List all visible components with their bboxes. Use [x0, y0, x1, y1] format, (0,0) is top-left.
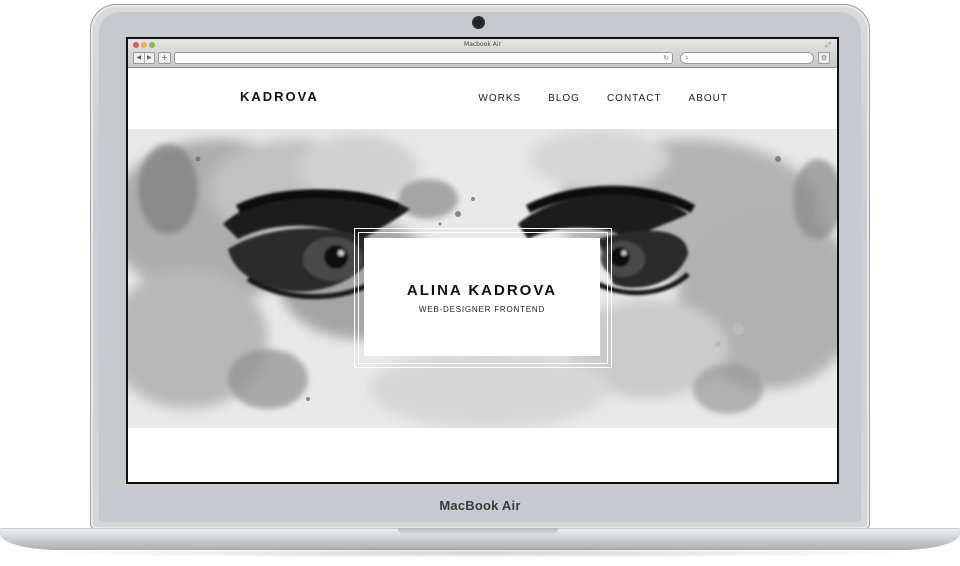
hero-title-card: ALINA KADROVA WEB-DESIGNER FRONTEND: [364, 238, 600, 356]
nav-item-blog[interactable]: BLOG: [548, 93, 580, 104]
reload-icon[interactable]: ↻: [663, 53, 669, 63]
hero-banner: ALINA KADROVA WEB-DESIGNER FRONTEND: [128, 129, 837, 428]
site-nav: WORKS BLOG CONTACT ABOUT: [478, 93, 728, 104]
nav-item-works[interactable]: WORKS: [478, 93, 521, 104]
add-tab-button[interactable]: +: [158, 52, 171, 64]
search-input[interactable]: ⌕: [680, 52, 814, 64]
hero-subtitle: WEB-DESIGNER FRONTEND: [418, 305, 546, 314]
window-title: Macbook Air: [464, 41, 501, 48]
device-brand-label: MacBook Air: [439, 498, 521, 513]
forward-button[interactable]: ▶: [145, 53, 155, 63]
site-header: KADROVA WORKS BLOG CONTACT ABOUT: [128, 68, 837, 129]
camera-icon: [474, 18, 483, 27]
browser-toolbar: Macbook Air ⤢ ◀ ▶ + ↻ ⌕ ⚙: [128, 39, 837, 68]
address-bar[interactable]: ↻: [174, 52, 673, 64]
laptop-base: [0, 528, 960, 550]
fullscreen-icon[interactable]: ⤢: [825, 41, 831, 50]
history-nav: ◀ ▶: [133, 52, 155, 64]
laptop-screen: Macbook Air ⤢ ◀ ▶ + ↻ ⌕ ⚙ KADROVA WORKS …: [126, 37, 839, 484]
back-button[interactable]: ◀: [134, 53, 145, 63]
search-icon: ⌕: [685, 54, 689, 62]
site-logo[interactable]: KADROVA: [240, 89, 319, 104]
lid-opening-notch: [398, 528, 558, 534]
nav-item-contact[interactable]: CONTACT: [607, 93, 662, 104]
nav-item-about[interactable]: ABOUT: [689, 93, 728, 104]
hero-name: ALINA KADROVA: [406, 282, 558, 299]
laptop-shadow: [40, 548, 920, 558]
settings-button[interactable]: ⚙: [818, 52, 830, 64]
